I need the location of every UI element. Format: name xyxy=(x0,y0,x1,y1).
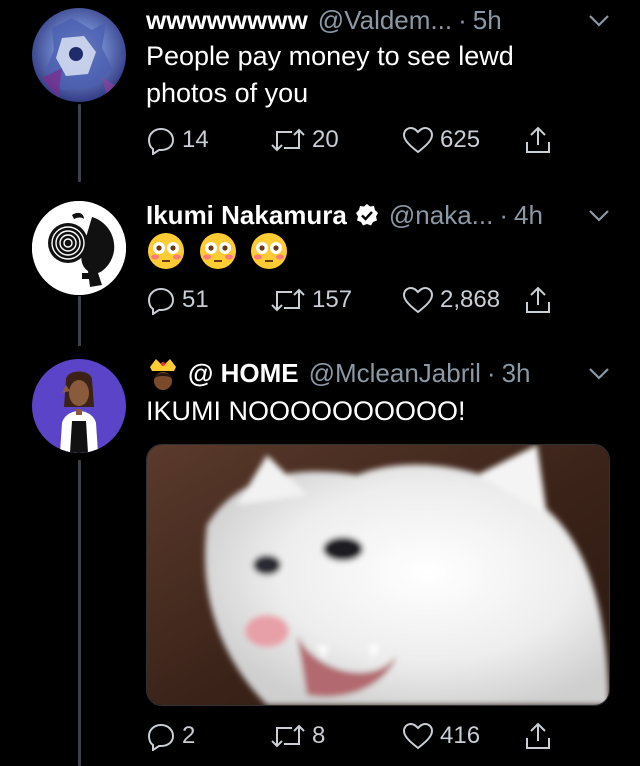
tweet-header: @ HOME @McleanJabril · 3h xyxy=(146,355,580,391)
tweet[interactable]: Ikumi Nakamura @naka... · 4h 😳😳😳 51 157 … xyxy=(0,185,640,335)
display-name[interactable]: Ikumi Nakamura xyxy=(146,200,347,231)
tweet-actions: 51 157 2,868 xyxy=(146,282,576,318)
share-button[interactable] xyxy=(524,718,552,754)
flushed-face-emoji-icon xyxy=(199,233,236,269)
retweet-count: 20 xyxy=(312,126,339,153)
reply-icon xyxy=(147,287,175,315)
separator-dot: · xyxy=(458,4,467,35)
avatar[interactable] xyxy=(32,8,126,102)
chevron-down-icon[interactable] xyxy=(588,209,610,223)
like-count: 2,868 xyxy=(440,286,501,313)
like-count: 416 xyxy=(440,722,481,749)
verified-badge-icon xyxy=(355,204,378,226)
tweet-actions: 14 20 625 xyxy=(146,122,576,158)
reply-count: 14 xyxy=(182,126,209,153)
retweet-icon xyxy=(271,128,305,152)
reply-button[interactable]: 51 xyxy=(146,282,209,318)
share-button[interactable] xyxy=(524,282,552,318)
retweet-button[interactable]: 157 xyxy=(270,282,352,318)
heart-icon xyxy=(402,286,434,314)
retweet-count: 8 xyxy=(312,722,326,749)
share-icon xyxy=(526,286,550,313)
like-button[interactable]: 416 xyxy=(402,718,480,754)
tweet-text: 😳😳😳 xyxy=(146,231,600,273)
user-handle[interactable]: @Valdem... xyxy=(318,5,452,36)
reply-button[interactable]: 2 xyxy=(146,718,195,754)
reply-count: 51 xyxy=(182,286,209,313)
like-button[interactable]: 625 xyxy=(402,122,480,158)
heart-icon xyxy=(402,722,434,750)
user-handle[interactable]: @naka... xyxy=(389,200,493,231)
avatar[interactable] xyxy=(32,359,126,453)
timestamp[interactable]: 3h xyxy=(502,358,531,389)
tweet-text: IKUMI NOOOOOOOOOO! xyxy=(146,396,466,426)
heart-icon xyxy=(402,126,434,154)
like-button[interactable]: 2,868 xyxy=(402,282,500,318)
display-name[interactable]: wwwwwwww xyxy=(146,5,308,36)
share-icon xyxy=(526,126,550,153)
share-button[interactable] xyxy=(524,122,552,158)
like-count: 625 xyxy=(440,126,481,153)
user-handle[interactable]: @McleanJabril xyxy=(309,358,481,389)
display-name[interactable]: @ HOME xyxy=(188,358,299,389)
avatar[interactable] xyxy=(32,201,126,295)
reply-count: 2 xyxy=(182,722,196,749)
timestamp[interactable]: 4h xyxy=(514,200,543,231)
flushed-face-emoji-icon xyxy=(148,233,184,269)
retweet-button[interactable]: 20 xyxy=(270,122,339,158)
tweet-header: wwwwwwww @Valdem... · 5h xyxy=(146,2,580,38)
crown-emoji-icon xyxy=(150,359,176,390)
tweet-media-image[interactable] xyxy=(146,444,610,706)
reply-button[interactable]: 14 xyxy=(146,122,209,158)
separator-dot: · xyxy=(499,199,508,230)
flushed-face-emoji-icon xyxy=(251,233,288,269)
share-icon xyxy=(526,722,550,749)
tweet-actions: 2 8 416 xyxy=(146,718,576,754)
reply-icon xyxy=(147,723,175,751)
separator-dot: · xyxy=(486,357,496,388)
timestamp[interactable]: 5h xyxy=(473,5,502,36)
retweet-count: 157 xyxy=(312,286,353,313)
retweet-icon xyxy=(271,288,305,312)
tweet-text: People pay money to see lewd photos of y… xyxy=(146,41,514,108)
chevron-down-icon[interactable] xyxy=(588,367,610,381)
reply-icon xyxy=(147,127,175,155)
chevron-down-icon[interactable] xyxy=(588,14,610,28)
retweet-icon xyxy=(271,724,305,748)
retweet-button[interactable]: 8 xyxy=(270,718,325,754)
tweet[interactable]: wwwwwwww @Valdem... · 5h People pay mone… xyxy=(0,0,640,170)
tweet-header: Ikumi Nakamura @naka... · 4h xyxy=(146,197,580,233)
